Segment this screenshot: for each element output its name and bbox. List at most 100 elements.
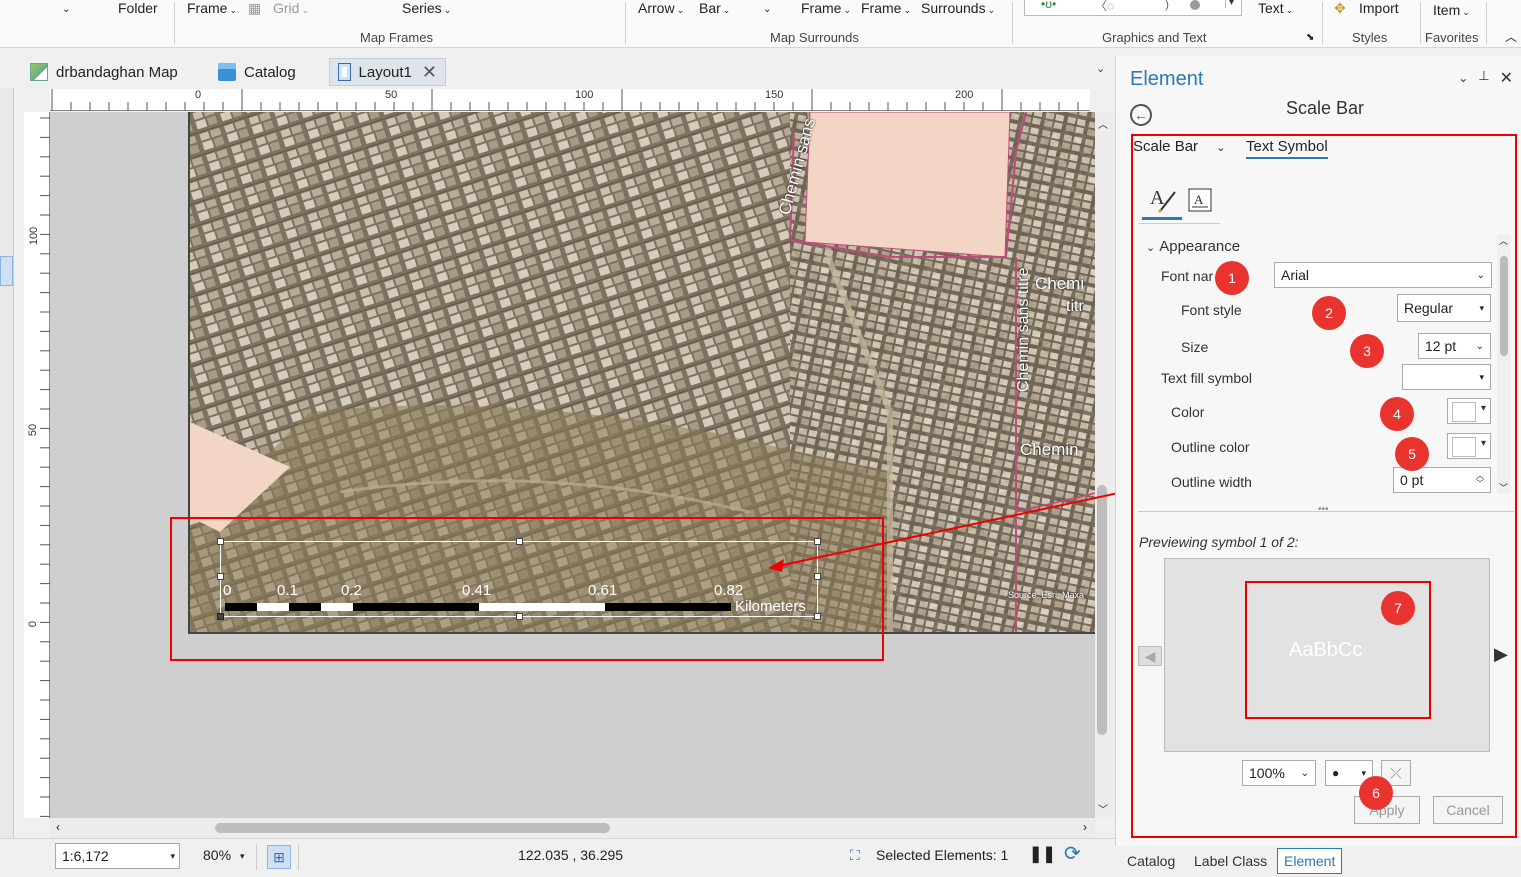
appearance-section-header[interactable]: ⌄ Appearance: [1146, 238, 1240, 255]
ruler-ticks: [40, 117, 50, 817]
tab-text-symbol[interactable]: Text Symbol: [1246, 138, 1328, 159]
document-tabs: drbandaghan Map Catalog Layout1 ✕ ⌄: [0, 56, 1115, 88]
layout-icon: [338, 63, 351, 81]
scroll-up-icon[interactable]: ︿: [1098, 116, 1108, 131]
grid-icon: ▦: [248, 0, 262, 16]
scroll-right-icon[interactable]: ›: [1083, 820, 1087, 834]
scroll-up-icon[interactable]: ︿: [1499, 234, 1508, 247]
previous-symbol-icon[interactable]: ◀: [1138, 646, 1162, 666]
tab-catalog[interactable]: Catalog: [210, 58, 304, 86]
ribbon-surrounds-button[interactable]: Surrounds ⌄: [921, 0, 995, 18]
graphics-gallery[interactable]: •ʊ• 〈◌ ) ▾: [1024, 0, 1242, 16]
fixed-zoom-icon[interactable]: ⊞: [267, 845, 291, 869]
pane-options-chevron-icon[interactable]: ⌄: [1458, 71, 1468, 88]
ribbon-folder-button[interactable]: Folder: [118, 0, 158, 18]
pane-controls: ⌄ ⊥ ✕: [1458, 68, 1513, 88]
pane-tab-strip: Catalog Label Class Element: [1115, 846, 1521, 877]
chevron-down-icon[interactable]: ▾: [170, 851, 175, 862]
back-arrow-icon[interactable]: ←: [1130, 104, 1152, 126]
next-symbol-icon[interactable]: ▶: [1494, 644, 1508, 665]
tab-layout1[interactable]: Layout1 ✕: [329, 58, 446, 86]
separator: [256, 844, 257, 870]
annotation-badge-5: 5: [1395, 437, 1429, 471]
ribbon-item-button[interactable]: Item ⌄: [1433, 2, 1470, 20]
zoom-value[interactable]: 80%: [203, 847, 231, 863]
scale-combobox[interactable]: 1:6,172 ▾: [55, 843, 180, 869]
group-map-frames: Map Frames: [360, 30, 433, 45]
ribbon-frame-button[interactable]: Frame ⌄: [187, 0, 237, 18]
group-favorites: Favorites: [1425, 30, 1479, 45]
svg-text:A: A: [1150, 187, 1165, 209]
color-picker[interactable]: [1447, 398, 1491, 424]
horizontal-scroll-thumb[interactable]: [215, 823, 610, 833]
pane-title: Element: [1130, 68, 1204, 90]
ribbon-separator: [1012, 2, 1013, 44]
pause-icon[interactable]: ❚❚: [1029, 844, 1056, 864]
annotation-badge-6: 6: [1359, 776, 1393, 810]
tab-text-properties[interactable]: A: [1142, 180, 1182, 220]
close-icon[interactable]: ✕: [1500, 68, 1513, 88]
ribbon-minimize-icon[interactable]: ︿: [1505, 28, 1517, 46]
outline-width-spinner[interactable]: 0 pt ︿ ﹀: [1393, 467, 1491, 493]
vertical-ruler: 100 50 0: [24, 112, 50, 818]
ruler-label: 0: [27, 620, 40, 628]
dialog-launcher-icon[interactable]: ⬊: [1306, 32, 1314, 50]
map-attribution: Source: Esri, Maxa: [1008, 590, 1085, 600]
scroll-down-icon[interactable]: ﹀: [1499, 481, 1508, 494]
layout-canvas[interactable]: Chemin sans Chemin sans titre Chemi titr…: [50, 112, 1095, 818]
pane-subtitle: Scale Bar: [1286, 98, 1365, 118]
tab-element[interactable]: Element: [1277, 848, 1343, 874]
ribbon-bar-button[interactable]: Bar ⌄: [699, 0, 730, 18]
outline-color-picker[interactable]: [1447, 433, 1491, 459]
graphic-point-icon: [1190, 0, 1200, 10]
zoom-dropdown-icon[interactable]: ▾: [240, 851, 245, 862]
tab-catalog-pane[interactable]: Catalog: [1121, 848, 1181, 874]
preview-zoom-dropdown[interactable]: 100% ⌄: [1242, 760, 1316, 786]
scroll-down-icon[interactable]: ﹀: [1098, 801, 1108, 816]
tab-label-class[interactable]: Label Class: [1188, 848, 1273, 874]
font-style-dropdown[interactable]: Regular ▾: [1397, 294, 1491, 322]
ribbon-separator: [1486, 2, 1487, 44]
tab-drbandaghan-map[interactable]: drbandaghan Map: [22, 58, 186, 86]
import-style-icon: ✥: [1334, 0, 1346, 16]
ruler-label: 50: [27, 423, 40, 437]
selected-elements-count: Selected Elements: 1: [876, 847, 1009, 863]
ribbon-text-button[interactable]: Text ⌄: [1258, 0, 1293, 18]
font-name-label: Font nar: [1161, 268, 1214, 284]
text-fill-symbol-dropdown[interactable]: ▾: [1402, 364, 1491, 390]
annotation-highlight-box: [170, 517, 884, 661]
ribbon-arrow-button[interactable]: Arrow ⌄: [638, 0, 684, 18]
ribbon-frame-button-2[interactable]: Frame ⌄: [801, 0, 851, 18]
preview-caption: Previewing symbol 1 of 2:: [1139, 534, 1299, 550]
font-style-label: Font style: [1181, 302, 1242, 318]
ribbon-series-button[interactable]: Series ⌄: [402, 0, 451, 18]
pin-icon[interactable]: ⊥: [1478, 68, 1489, 88]
close-icon[interactable]: ✕: [422, 62, 437, 83]
size-combobox[interactable]: 12 pt ⌄: [1418, 333, 1491, 359]
ribbon-import-button[interactable]: Import: [1359, 0, 1399, 18]
left-dock-tab[interactable]: [0, 256, 13, 286]
tab-scale-bar-dropdown[interactable]: Scale Bar ⌄: [1133, 138, 1225, 155]
refresh-icon[interactable]: ⟳: [1064, 841, 1081, 866]
tab-overflow-chevron-icon[interactable]: ⌄: [1096, 62, 1105, 75]
map-icon: [30, 63, 48, 81]
chevron-down-icon[interactable]: ⌄: [763, 4, 771, 22]
cancel-button[interactable]: Cancel: [1433, 796, 1503, 824]
left-dock-strip: ‹: [0, 56, 14, 838]
ribbon-separator: [1420, 2, 1421, 44]
ribbon-grid-button[interactable]: Grid ⌄: [273, 0, 309, 18]
ribbon-collapse-chevron[interactable]: ⌄: [62, 4, 70, 22]
scroll-left-icon[interactable]: ‹: [56, 820, 60, 834]
gallery-expand-icon[interactable]: ▾: [1225, 0, 1234, 8]
ribbon-frame-button-3[interactable]: Frame ⌄: [861, 0, 911, 18]
properties-scroll-thumb[interactable]: [1500, 256, 1508, 356]
splitter-grip-icon[interactable]: •••: [1318, 504, 1329, 515]
color-label: Color: [1171, 404, 1205, 420]
vertical-scroll-thumb[interactable]: [1097, 485, 1107, 735]
horizontal-ruler: 0 50 100 150 200: [50, 89, 1090, 111]
annotation-badge-3: 3: [1350, 334, 1384, 368]
graphic-callout-icon: 〈◌: [1095, 0, 1115, 13]
font-name-dropdown[interactable]: Arial ⌄: [1274, 262, 1492, 288]
ribbon-separator: [625, 2, 626, 44]
tab-text-format[interactable]: A: [1180, 180, 1220, 220]
